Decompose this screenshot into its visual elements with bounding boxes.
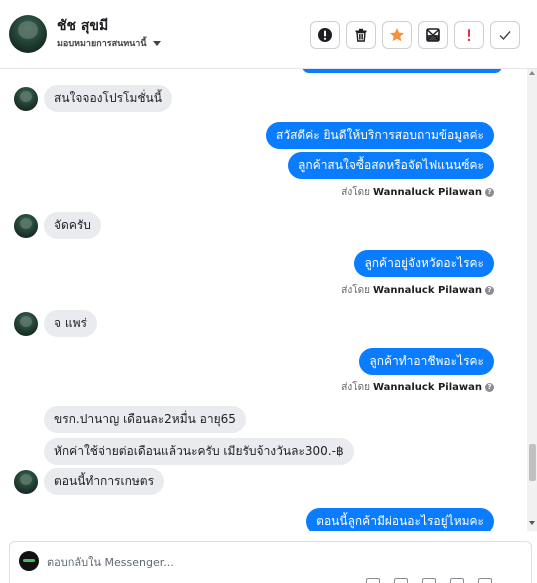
- trash-icon: [355, 28, 367, 42]
- composer-toolbar: [366, 578, 492, 583]
- follow-up-button[interactable]: [454, 21, 484, 49]
- contact-avatar-small: [14, 86, 38, 111]
- incoming-message[interactable]: หักค่าใช้จ่ายต่อเดือนแล้วนะครับ เมียรับจ…: [44, 438, 354, 465]
- sent-by-agent: Wannaluck Pilawan: [372, 187, 482, 198]
- message-row-incoming: ขรก.ปานาญ เดือนละ2หมื่น อายุ65: [14, 406, 246, 433]
- assign-label: มอบหมายการสนทนานี้: [57, 39, 147, 49]
- contact-name[interactable]: ชัช สุขมี: [57, 15, 108, 37]
- message-thread: สนใจจองโปรโมชั่นนี้ สวัสดีค่ะ ยินดีให้บร…: [0, 69, 527, 531]
- sent-by-label: ส่งโดย: [341, 187, 370, 198]
- incoming-message[interactable]: จ แพร่: [44, 310, 97, 337]
- message-row-incoming: จัดครับ: [14, 212, 101, 239]
- conversation-header: ชัช สุขมี มอบหมายการสนทนานี้: [0, 0, 537, 69]
- outgoing-message[interactable]: ลูกค้าอยู่จังหวัดอะไรคะ: [354, 250, 494, 277]
- star-button[interactable]: [382, 21, 412, 49]
- sent-by-info: ส่งโดย Wannaluck Pilawan ?: [341, 283, 494, 298]
- alert-circle-icon: [318, 28, 332, 42]
- sent-by-info: ส่งโดย Wannaluck Pilawan ?: [341, 185, 494, 200]
- archive-box-icon: [426, 28, 440, 42]
- message-row-incoming: หักค่าใช้จ่ายต่อเดือนแล้วนะครับ เมียรับจ…: [14, 438, 354, 465]
- message-row-incoming: สนใจจองโปรโมชั่นนี้: [14, 85, 172, 112]
- sent-by-label: ส่งโดย: [341, 285, 370, 296]
- saved-reply-icon[interactable]: [394, 578, 408, 583]
- exclamation-icon: [467, 29, 471, 42]
- scrollbar-thumb[interactable]: [529, 444, 536, 481]
- message-row-incoming: ตอนนี้ทำการเกษตร: [14, 468, 165, 495]
- spam-button[interactable]: [310, 21, 340, 49]
- attach-icon[interactable]: [366, 578, 380, 583]
- send-icon[interactable]: [478, 578, 492, 583]
- contact-avatar[interactable]: [9, 15, 47, 53]
- archive-button[interactable]: [418, 21, 448, 49]
- conversation-toolbar: [310, 21, 520, 49]
- incoming-message[interactable]: จัดครับ: [44, 212, 101, 239]
- outgoing-message[interactable]: ลูกค้าสนใจซื้อสดหรือจัดไฟแนนซ์คะ: [288, 152, 494, 179]
- help-icon[interactable]: ?: [485, 286, 494, 295]
- star-icon: [390, 28, 404, 42]
- reply-composer: [9, 541, 532, 583]
- check-icon: [499, 31, 511, 41]
- sent-by-label: ส่งโดย: [341, 382, 370, 393]
- incoming-message[interactable]: ตอนนี้ทำการเกษตร: [44, 468, 165, 495]
- scroll-down-arrow-icon[interactable]: [529, 521, 535, 525]
- help-icon[interactable]: ?: [485, 383, 494, 392]
- sent-by-agent: Wannaluck Pilawan: [372, 285, 482, 296]
- reply-input[interactable]: [47, 553, 507, 571]
- done-button[interactable]: [490, 21, 520, 49]
- help-icon[interactable]: ?: [485, 188, 494, 197]
- scroll-up-arrow-icon[interactable]: [529, 71, 535, 75]
- message-row-incoming: จ แพร่: [14, 310, 97, 337]
- sent-by-agent: Wannaluck Pilawan: [372, 382, 482, 393]
- image-icon[interactable]: [422, 578, 436, 583]
- sent-by-info: ส่งโดย Wannaluck Pilawan ?: [341, 380, 494, 395]
- contact-avatar-small: [14, 311, 38, 336]
- outgoing-message[interactable]: สวัสดีค่ะ ยินดีให้บริการสอบถามข้อมูลค่ะ: [266, 122, 494, 149]
- contact-avatar-small: [14, 469, 38, 494]
- incoming-message[interactable]: ขรก.ปานาญ เดือนละ2หมื่น อายุ65: [44, 406, 246, 433]
- outgoing-message[interactable]: ลูกค้าทำอาชีพอะไรคะ: [359, 348, 494, 375]
- contact-avatar-small: [14, 213, 38, 238]
- outgoing-message[interactable]: ตอนนี้ลูกค้ามีผ่อนอะไรอยู่ไหมคะ: [306, 508, 494, 531]
- incoming-message[interactable]: สนใจจองโปรโมชั่นนี้: [44, 85, 172, 112]
- previous-message-bubble: [302, 69, 502, 73]
- assign-conversation-dropdown[interactable]: มอบหมายการสนทนานี้: [57, 36, 161, 50]
- delete-button[interactable]: [346, 21, 376, 49]
- emoji-icon[interactable]: [450, 578, 464, 583]
- page-avatar: [19, 551, 39, 571]
- caret-down-icon: [152, 40, 161, 46]
